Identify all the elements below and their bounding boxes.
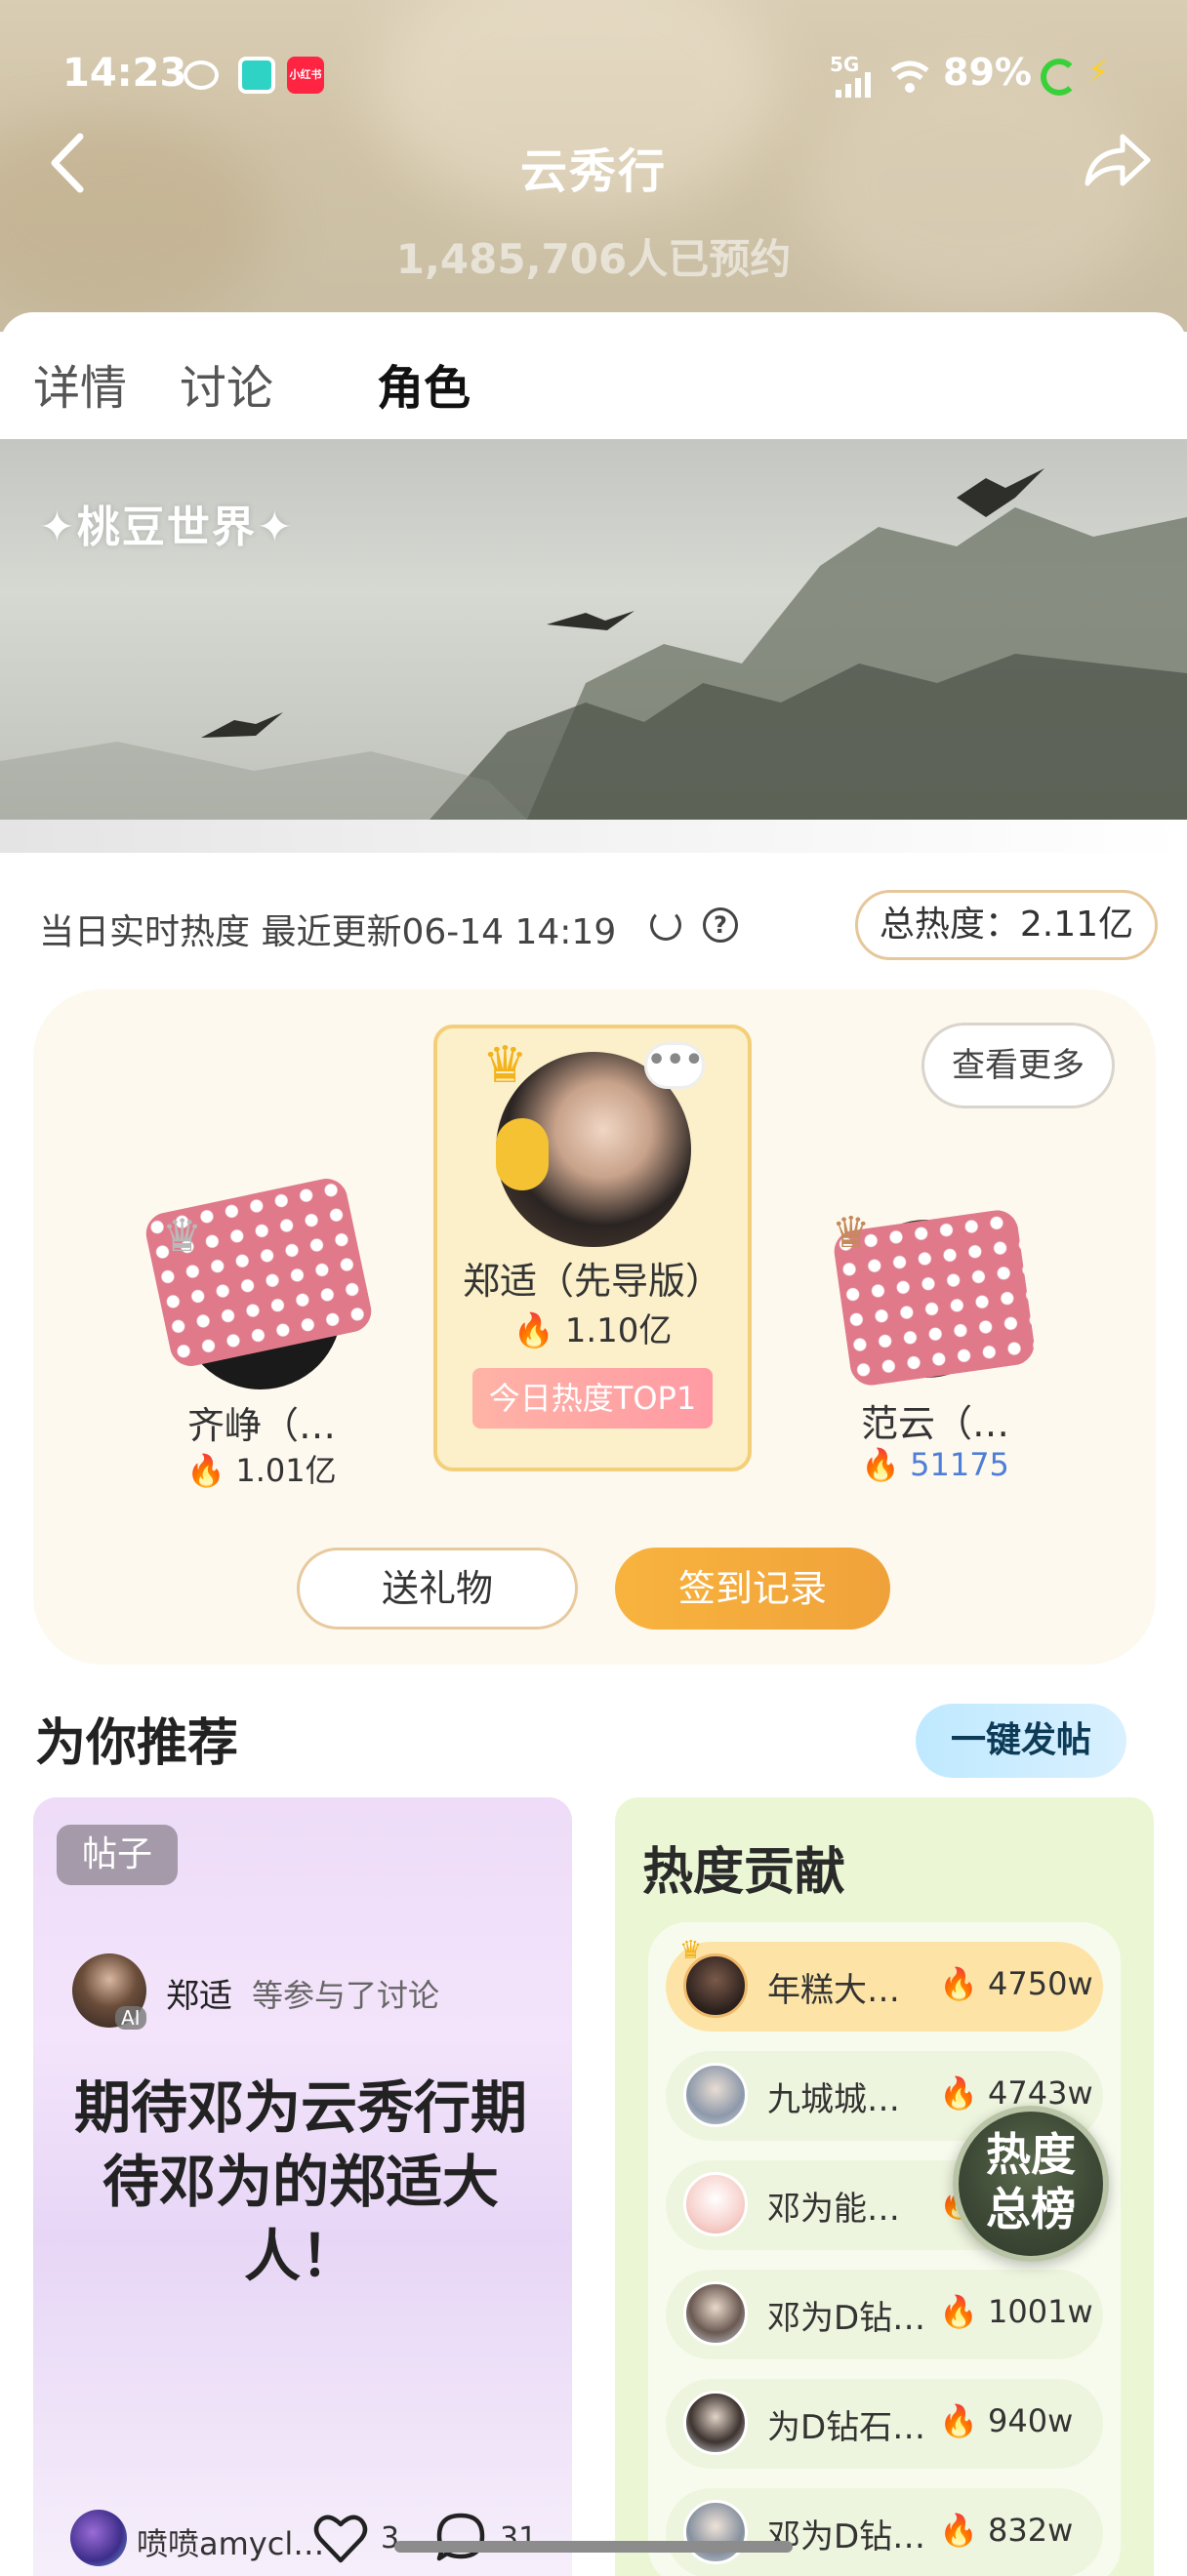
fire-icon: 🔥 [939,2293,978,2330]
refresh-icon[interactable] [650,909,681,941]
contributor-name: 邓为能… [767,2190,900,2229]
fire-icon: 🔥 [939,1965,978,2002]
comment-icon[interactable] [433,2510,488,2564]
ink-painting-banner[interactable]: ✦桃豆世界✦ [0,439,1187,820]
tab-characters[interactable]: 角色 [377,349,471,418]
top1-heat: 🔥 1.10亿 [512,1311,673,1350]
post-content: 期待邓为云秀行期待邓为的郑适大人！ [73,2074,527,2289]
contributor-name: 年糕大… [767,1971,900,2010]
fire-icon: 🔥 [939,2402,978,2439]
fire-icon: 🔥 [512,1311,554,1350]
heart-icon[interactable] [312,2512,369,2564]
recommend-title: 为你推荐 [35,1714,239,1773]
battery-ring-icon [1041,59,1078,96]
charging-icon: ⚡ [1087,53,1110,90]
wifi-icon [888,57,931,102]
contributor-heat: 🔥 832w [939,2512,1074,2549]
crown-silver-icon: ♛ [162,1209,203,1262]
total-heat-badge: 总热度：2.11亿 [855,890,1158,960]
app-notification-icon [238,57,275,94]
more-options-bubble[interactable]: ••• [644,1042,705,1089]
fire-icon: 🔥 [939,2512,978,2549]
post-joined-text: 等参与了讨论 [252,1977,440,2014]
contributor-name: 邓为D钻… [767,2299,926,2338]
top1-name: 郑适（先导版） [462,1260,722,1303]
tab-discussion[interactable]: 讨论 [180,349,273,418]
heat-contribution-title: 热度贡献 [642,1843,846,1902]
fire-icon: 🔥 [939,2074,978,2112]
post-author-name[interactable]: 郑适 [166,1969,232,2017]
realtime-heat-label: 当日实时热度 最近更新06-14 14:19 [39,912,617,952]
poster-avatar[interactable] [70,2510,127,2566]
contributor-row[interactable]: 邓为D钻… 🔥 832w [666,2488,1103,2576]
ai-badge: AI [115,2006,146,2030]
third-name: 范云（… [860,1402,1009,1445]
clock: 14:23 [62,51,187,96]
contributor-row[interactable]: 邓为D钻… 🔥 1001w [666,2270,1103,2359]
contributor-row[interactable]: 为D钻石… 🔥 940w [666,2379,1103,2469]
contributor-avatar [683,2281,748,2346]
today-top1-badge: 今日热度TOP1 [472,1368,713,1429]
contributor-avatar [683,2063,748,2127]
send-gift-button[interactable]: 送礼物 [297,1548,578,1630]
share-icon [1085,134,1151,186]
crown-gold-icon: ♛ [679,1936,703,1965]
contributor-avatar [683,2391,748,2455]
status-bar: 14:23 小红书 5G 89% ⚡ [0,49,1187,107]
tab-bar: 详情 讨论 角色 [0,312,1187,439]
banner-pager-strip [0,820,1187,853]
third-heat: 🔥 51175 [861,1446,1009,1483]
xiaohongshu-icon: 小红书 [287,57,324,94]
weibo-icon [184,60,219,90]
post-tag: 帖子 [57,1825,178,1885]
reservation-count: 1,485,706人已预约 [395,235,792,283]
contributor-name: 九城城… [767,2080,900,2119]
battery-percent: 89% [943,51,1032,94]
blurred-sticker [496,1118,549,1190]
contributor-avatar [683,2500,748,2564]
home-indicator[interactable] [394,2541,793,2553]
fire-icon: 🔥 [861,1446,900,1483]
fire-icon: 🔥 [186,1452,226,1489]
quick-post-button[interactable]: 一键发帖 [916,1704,1126,1778]
contributor-heat: 🔥 1001w [939,2293,1093,2330]
tab-details[interactable]: 详情 [33,349,127,418]
crown-gold-icon: ♛ [482,1036,528,1095]
signal-icon [836,72,871,98]
view-more-button[interactable]: 查看更多 [921,1023,1115,1108]
checkin-record-button[interactable]: 签到记录 [615,1548,890,1630]
help-icon[interactable]: ? [703,907,738,943]
share-button[interactable] [1080,127,1154,195]
page-title: 云秀行 [519,144,667,199]
contributor-row[interactable]: ♛ 年糕大… 🔥 4750w [666,1936,1103,2032]
contributor-avatar [683,2172,748,2236]
poster-name[interactable]: 喷喷amycl… [137,2519,324,2564]
second-name: 齐峥（… [186,1404,336,1447]
contributor-heat: 🔥 4750w [939,1965,1093,2002]
heat-leaderboard-label: 热度总榜 [986,2128,1076,2235]
contributor-heat: 🔥 940w [939,2402,1074,2439]
second-heat: 🔥 1.01亿 [186,1452,337,1489]
contributor-name: 为D钻石… [767,2408,926,2447]
crown-bronze-icon: ♛ [832,1208,871,1258]
banner-logo: ✦桃豆世界✦ [39,503,295,552]
